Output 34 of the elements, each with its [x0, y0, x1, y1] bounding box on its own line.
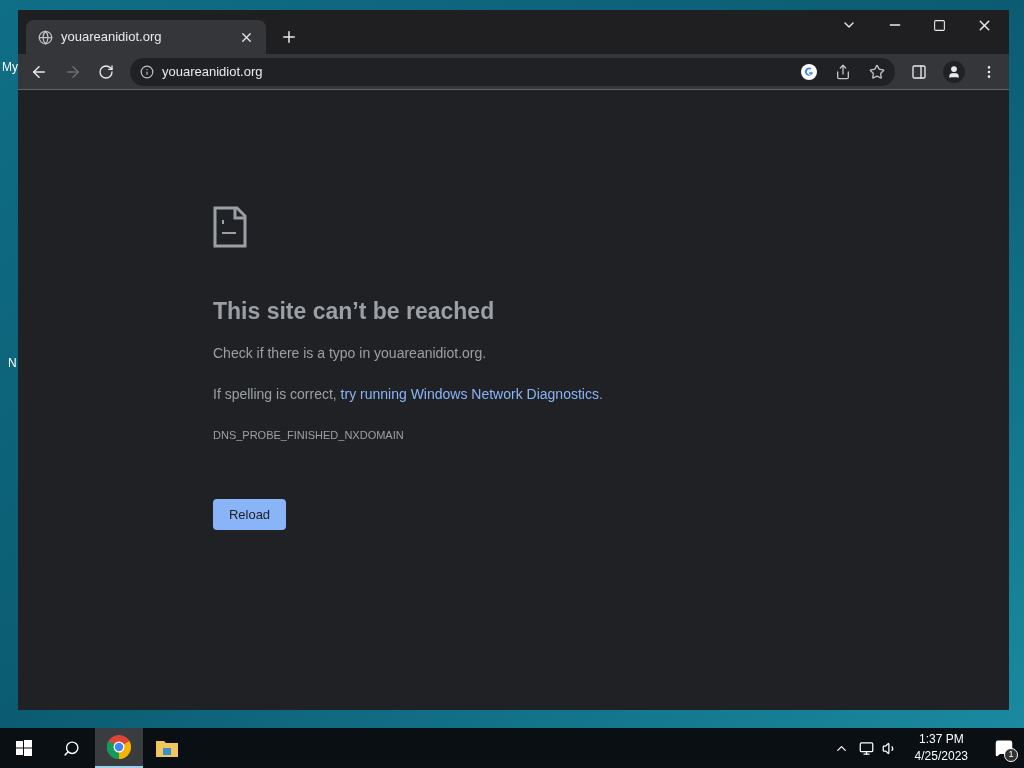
diagnostics-link[interactable]: try running Windows Network Diagnostics [340, 385, 599, 402]
share-icon[interactable] [835, 63, 851, 80]
side-panel-icon[interactable] [911, 63, 927, 80]
person-icon [947, 64, 961, 79]
clock-time: 1:37 PM [918, 731, 964, 748]
error-message: Check if there is a typo in youareanidiot.org. [213, 343, 487, 363]
reload-icon[interactable] [98, 63, 114, 80]
sad-page-icon [213, 206, 247, 248]
clock[interactable]: 1:37 PM 4/25/2023 [906, 731, 976, 765]
address-bar[interactable]: youareanidiot.org [130, 57, 895, 86]
desktop-icon-label[interactable]: My [2, 58, 18, 76]
browser-tab[interactable]: youareanidiot.org [26, 20, 266, 54]
browser-app-icon [107, 735, 131, 759]
search-icon[interactable] [63, 739, 80, 757]
url-text: youareanidiot.org [162, 62, 264, 81]
google-icon[interactable] [801, 63, 817, 80]
globe-icon [38, 29, 53, 45]
maximize-icon[interactable] [933, 18, 946, 32]
taskbar-app[interactable] [95, 728, 143, 768]
error-message: If spelling is correct, try running Windows Network Diagnostics. [213, 384, 603, 404]
profile-avatar[interactable] [943, 60, 965, 83]
new-tab-icon[interactable] [280, 28, 298, 46]
desktop-icon-label[interactable]: N [8, 354, 17, 372]
clock-date: 4/25/2023 [914, 748, 968, 765]
reload-button[interactable]: Reload [213, 499, 286, 530]
info-icon [140, 64, 154, 79]
notification-button[interactable]: 1 [984, 728, 1024, 768]
error-code: DNS_PROBE_FINISHED_NXDOMAIN [213, 427, 404, 443]
notification-count: 1 [1004, 748, 1018, 762]
error-heading: This site can’t be reached [213, 297, 495, 326]
tab-title: youareanidiot.org [61, 28, 163, 47]
windows-start-icon[interactable] [16, 740, 32, 756]
bookmark-star-icon[interactable] [869, 63, 885, 80]
folder-icon [156, 739, 178, 757]
